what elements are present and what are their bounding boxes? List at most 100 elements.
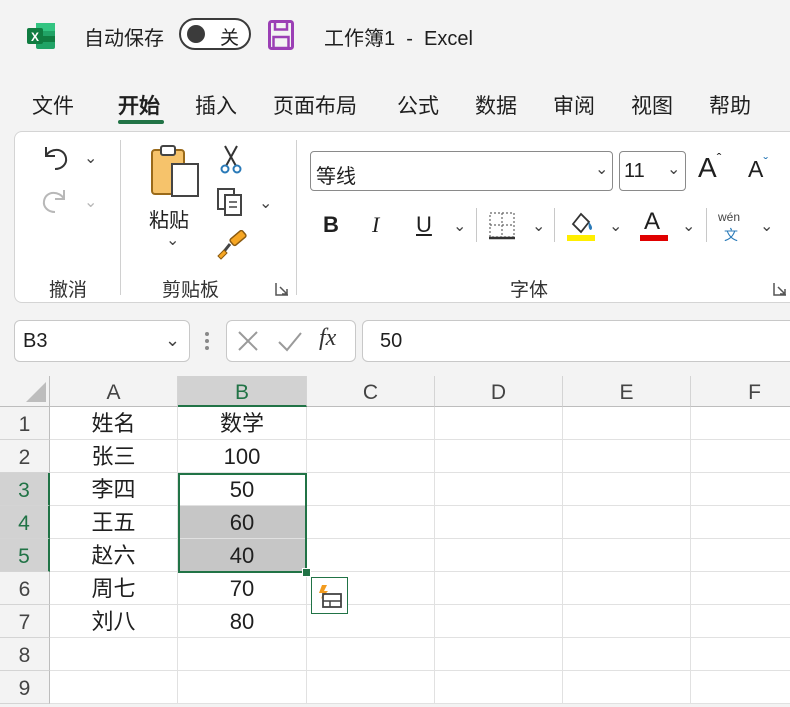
empty-cell[interactable]: [563, 572, 691, 605]
column-header-b[interactable]: B: [178, 376, 307, 407]
empty-cell[interactable]: [435, 440, 563, 473]
empty-cell[interactable]: [563, 539, 691, 572]
phonetic-guide-button[interactable]: wén 文: [718, 208, 748, 243]
empty-cell[interactable]: [435, 605, 563, 638]
chevron-down-icon[interactable]: ⌄: [165, 330, 180, 351]
undo-icon[interactable]: [40, 143, 70, 171]
font-launcher-icon[interactable]: [773, 282, 787, 296]
autosave-toggle[interactable]: 关: [179, 18, 251, 50]
shrink-font-button[interactable]: Aˇ: [748, 154, 768, 183]
tab-page-layout[interactable]: 页面布局: [273, 90, 357, 120]
copy-icon[interactable]: [216, 187, 246, 217]
cell-a4[interactable]: 王五: [50, 506, 178, 539]
empty-cell[interactable]: [435, 572, 563, 605]
fill-handle[interactable]: [302, 568, 311, 577]
undo-dropdown-chevron[interactable]: ⌄: [84, 148, 97, 168]
tab-formulas[interactable]: 公式: [397, 90, 439, 120]
borders-dropdown-chevron[interactable]: ⌄: [532, 216, 545, 236]
font-color-dropdown-chevron[interactable]: ⌄: [682, 216, 695, 236]
select-all-corner[interactable]: [0, 376, 50, 407]
cell-a7[interactable]: 刘八: [50, 605, 178, 638]
font-size-select[interactable]: 11 ⌄: [619, 151, 686, 191]
empty-cell[interactable]: [307, 440, 435, 473]
empty-cell[interactable]: [691, 539, 790, 572]
clipboard-launcher-icon[interactable]: [275, 282, 289, 296]
cell-b7[interactable]: 80: [178, 605, 307, 638]
paste-label[interactable]: 粘贴: [149, 204, 189, 233]
tab-help[interactable]: 帮助: [709, 90, 751, 120]
name-box[interactable]: B3 ⌄: [14, 320, 190, 362]
empty-cell[interactable]: [691, 506, 790, 539]
column-header-c[interactable]: C: [307, 376, 435, 407]
empty-cell[interactable]: [435, 407, 563, 440]
empty-cell[interactable]: [691, 473, 790, 506]
cell-a5[interactable]: 赵六: [50, 539, 178, 572]
cut-icon[interactable]: [220, 144, 242, 174]
empty-cell[interactable]: [178, 671, 307, 704]
format-painter-icon[interactable]: [216, 230, 248, 260]
column-header-d[interactable]: D: [435, 376, 563, 407]
cancel-entry-icon[interactable]: [237, 330, 259, 352]
insert-function-button[interactable]: fx: [319, 325, 336, 352]
row-header-3[interactable]: 3: [0, 473, 50, 506]
tab-file[interactable]: 文件: [32, 90, 74, 120]
italic-button[interactable]: I: [372, 212, 379, 238]
tab-review[interactable]: 审阅: [553, 90, 595, 120]
save-icon[interactable]: [268, 20, 294, 50]
cell-b6[interactable]: 70: [178, 572, 307, 605]
tab-view[interactable]: 视图: [631, 90, 673, 120]
empty-cell[interactable]: [435, 473, 563, 506]
empty-cell[interactable]: [307, 638, 435, 671]
tab-data[interactable]: 数据: [475, 90, 517, 120]
empty-cell[interactable]: [563, 506, 691, 539]
empty-cell[interactable]: [435, 638, 563, 671]
row-header-4[interactable]: 4: [0, 506, 50, 539]
empty-cell[interactable]: [435, 506, 563, 539]
font-name-select[interactable]: 等线 ⌄: [310, 151, 613, 191]
empty-cell[interactable]: [435, 539, 563, 572]
empty-cell[interactable]: [307, 671, 435, 704]
row-header-1[interactable]: 1: [0, 407, 50, 440]
tab-home[interactable]: 开始: [118, 90, 160, 120]
empty-cell[interactable]: [691, 407, 790, 440]
empty-cell[interactable]: [563, 605, 691, 638]
empty-cell[interactable]: [691, 638, 790, 671]
phonetic-dropdown-chevron[interactable]: ⌄: [760, 216, 773, 236]
fill-color-dropdown-chevron[interactable]: ⌄: [609, 216, 622, 236]
empty-cell[interactable]: [691, 440, 790, 473]
cell-b2[interactable]: 100: [178, 440, 307, 473]
empty-cell[interactable]: [691, 671, 790, 704]
underline-button[interactable]: U: [416, 212, 432, 238]
cell-a3[interactable]: 李四: [50, 473, 178, 506]
empty-cell[interactable]: [178, 638, 307, 671]
tab-insert[interactable]: 插入: [195, 90, 237, 120]
paste-dropdown-chevron[interactable]: ⌄: [166, 230, 179, 250]
row-header-5[interactable]: 5: [0, 539, 50, 572]
empty-cell[interactable]: [50, 638, 178, 671]
font-color-button[interactable]: A: [640, 208, 670, 242]
empty-cell[interactable]: [563, 440, 691, 473]
column-header-a[interactable]: A: [50, 376, 178, 407]
bold-button[interactable]: B: [323, 212, 339, 238]
empty-cell[interactable]: [691, 605, 790, 638]
enter-entry-icon[interactable]: [277, 330, 303, 352]
cell-a2[interactable]: 张三: [50, 440, 178, 473]
empty-cell[interactable]: [307, 473, 435, 506]
borders-icon[interactable]: [487, 210, 517, 240]
empty-cell[interactable]: [691, 572, 790, 605]
fill-color-icon[interactable]: [565, 208, 597, 242]
column-header-f[interactable]: F: [691, 376, 790, 407]
cell-a1[interactable]: 姓名: [50, 407, 178, 440]
copy-dropdown-chevron[interactable]: ⌄: [259, 193, 272, 213]
empty-cell[interactable]: [563, 671, 691, 704]
paste-icon[interactable]: [148, 144, 200, 198]
empty-cell[interactable]: [307, 407, 435, 440]
formula-bar-grip-icon[interactable]: [204, 330, 210, 352]
row-header-9[interactable]: 9: [0, 671, 50, 704]
empty-cell[interactable]: [563, 407, 691, 440]
empty-cell[interactable]: [307, 539, 435, 572]
row-header-6[interactable]: 6: [0, 572, 50, 605]
row-header-2[interactable]: 2: [0, 440, 50, 473]
empty-cell[interactable]: [563, 473, 691, 506]
row-header-7[interactable]: 7: [0, 605, 50, 638]
